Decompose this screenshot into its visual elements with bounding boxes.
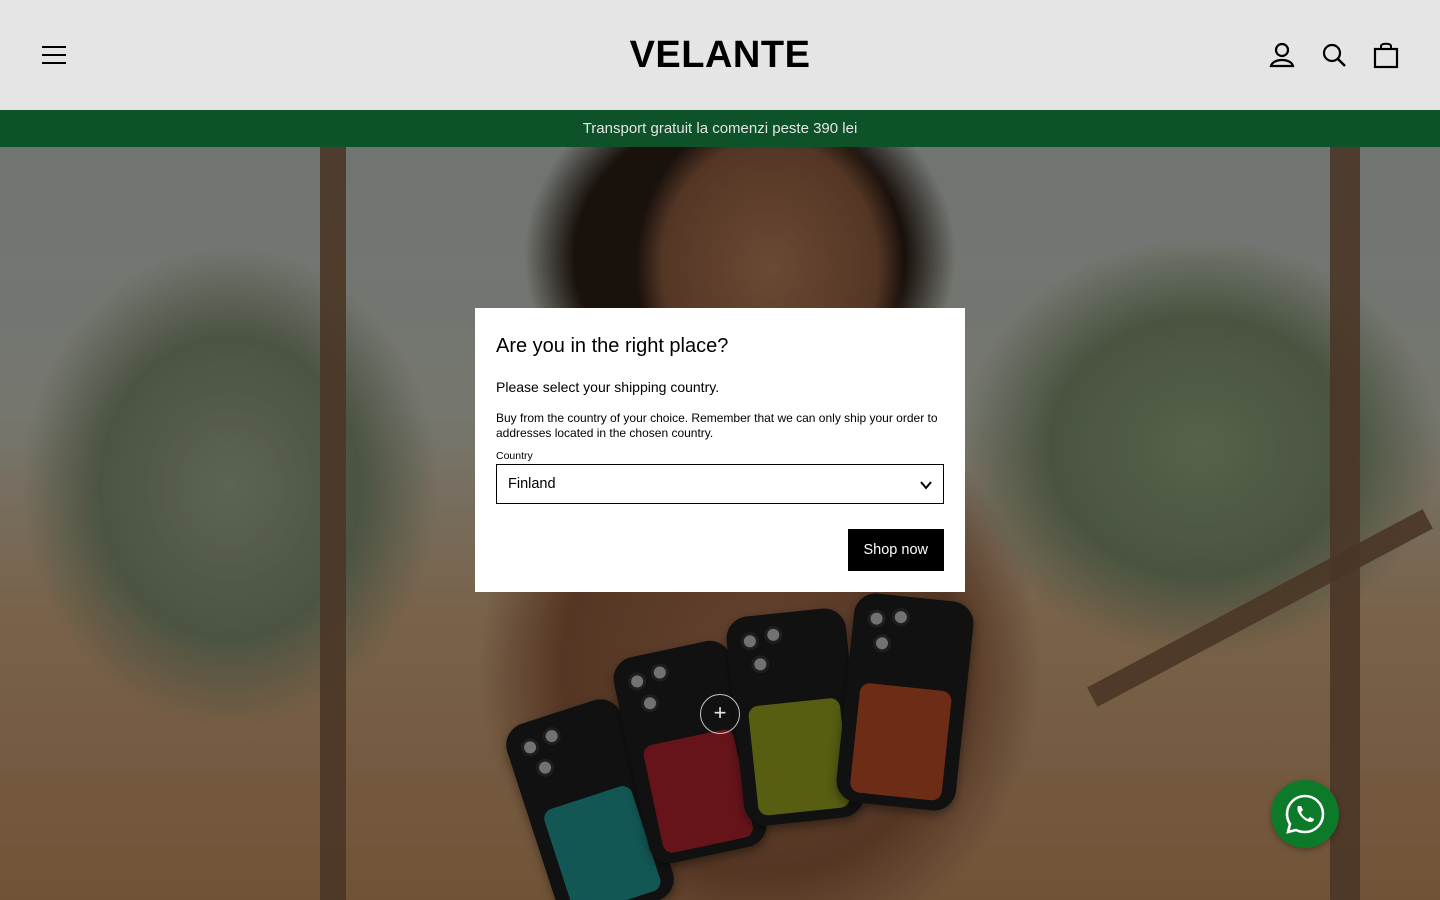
country-select[interactable]: Finland: [496, 464, 944, 504]
announcement-bar: Transport gratuit la comenzi peste 390 l…: [0, 110, 1440, 147]
user-icon[interactable]: [1268, 40, 1296, 70]
shopping-bag-icon[interactable]: [1372, 40, 1400, 70]
whatsapp-chat-button[interactable]: [1271, 780, 1339, 848]
modal-subtitle: Please select your shipping country.: [496, 379, 720, 395]
hamburger-menu-icon[interactable]: [40, 42, 68, 68]
site-header: VELANTE: [0, 0, 1440, 110]
whatsapp-icon: [1285, 794, 1325, 834]
site-logo[interactable]: VELANTE: [0, 34, 1440, 77]
product-hotspot-button[interactable]: +: [700, 694, 740, 734]
modal-note: Buy from the country of your choice. Rem…: [496, 411, 938, 440]
modal-title: Are you in the right place?: [496, 335, 729, 357]
country-select-value: Finland: [508, 476, 556, 492]
country-selector-modal: Are you in the right place? Please selec…: [475, 308, 965, 592]
plus-icon: +: [713, 700, 727, 725]
chevron-down-icon: [920, 481, 932, 490]
search-icon[interactable]: [1320, 40, 1348, 70]
shop-now-button[interactable]: Shop now: [847, 529, 944, 571]
country-label: Country: [496, 450, 533, 462]
